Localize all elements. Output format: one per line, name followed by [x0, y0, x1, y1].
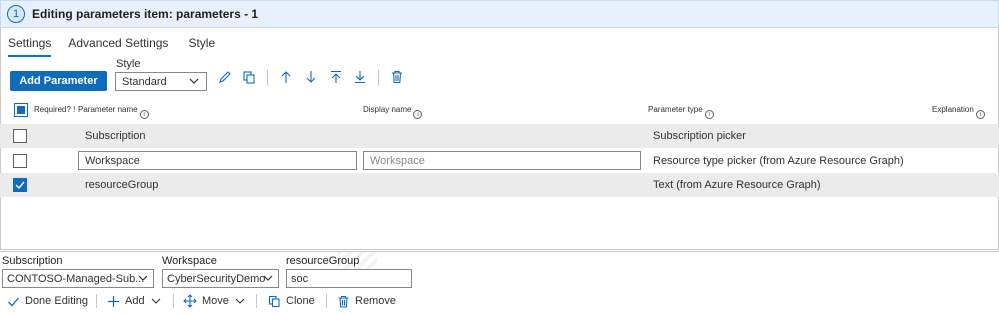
- info-icon[interactable]: i: [413, 110, 423, 119]
- subscription-label: Subscription: [2, 255, 63, 267]
- required-checkbox[interactable]: [13, 178, 27, 192]
- tab-bar: Settings Advanced Settings Style: [0, 32, 215, 57]
- command-divider: [256, 294, 257, 308]
- table-header: Required? ! Parameter name i Display name…: [0, 100, 999, 120]
- command-bar: Done Editing Add Move Clone Remove: [0, 290, 999, 312]
- add-label: Add: [125, 295, 145, 307]
- check-icon: [15, 181, 25, 190]
- editor-title: Editing parameters item: parameters - 1: [32, 7, 259, 21]
- required-checkbox[interactable]: [13, 154, 27, 168]
- tab-settings[interactable]: Settings: [8, 32, 52, 57]
- done-editing-label: Done Editing: [25, 295, 88, 307]
- resource-group-label: resourceGroup: [286, 255, 360, 267]
- done-editing-button[interactable]: Done Editing: [7, 290, 88, 312]
- command-divider: [173, 294, 174, 308]
- style-label: Style: [116, 58, 141, 70]
- info-icon[interactable]: i: [975, 110, 985, 119]
- step-badge: 1: [7, 5, 25, 23]
- chevron-down-icon: [137, 272, 149, 287]
- arrow-down-icon[interactable]: [302, 68, 320, 86]
- table-row[interactable]: Subscription Subscription picker: [0, 124, 999, 148]
- parameter-name-cell: Subscription: [85, 130, 146, 142]
- info-icon[interactable]: i: [704, 110, 714, 119]
- column-parameter-type: Parameter type i: [648, 105, 714, 119]
- parameter-name-cell: resourceGroup: [85, 179, 159, 191]
- chevron-down-icon: [262, 272, 274, 287]
- clone-button[interactable]: Clone: [268, 290, 315, 312]
- chevron-down-icon: [235, 298, 245, 304]
- column-parameter-name: Parameter name i: [78, 105, 149, 119]
- subscription-value: CONTOSO-Managed-Sub...: [7, 272, 145, 285]
- move-to-bottom-icon[interactable]: [351, 68, 369, 86]
- info-icon[interactable]: i: [139, 110, 149, 119]
- workspace-value: CyberSecurityDemo: [167, 272, 266, 285]
- add-parameter-button[interactable]: Add Parameter: [10, 71, 107, 91]
- move-menu-button[interactable]: Move: [183, 290, 251, 312]
- parameter-type-cell: Subscription picker: [653, 130, 746, 142]
- display-name-input[interactable]: Workspace: [363, 151, 641, 170]
- table-row[interactable]: resourceGroup Text (from Azure Resource …: [0, 173, 999, 197]
- editor-header: 1 Editing parameters item: parameters - …: [0, 0, 999, 28]
- add-menu-button[interactable]: Add: [107, 290, 167, 312]
- tab-advanced-settings[interactable]: Advanced Settings: [68, 32, 168, 54]
- checkmark-icon: [8, 297, 19, 306]
- command-divider: [96, 294, 97, 308]
- parameter-type-cell: Text (from Azure Resource Graph): [653, 179, 821, 191]
- chevron-down-icon: [151, 298, 160, 304]
- tab-style[interactable]: Style: [188, 32, 215, 54]
- move-label: Move: [202, 295, 229, 307]
- move-to-top-icon[interactable]: [327, 68, 345, 86]
- pencil-icon[interactable]: [216, 68, 234, 86]
- move-icon: [183, 294, 197, 308]
- clone-label: Clone: [286, 295, 315, 307]
- workspace-label: Workspace: [162, 255, 217, 267]
- command-divider: [326, 294, 327, 308]
- chevron-down-icon: [188, 75, 200, 90]
- parameters-preview: Subscription CONTOSO-Managed-Sub... Work…: [0, 251, 999, 314]
- remove-button[interactable]: Remove: [337, 290, 396, 312]
- clone-icon: [268, 295, 280, 307]
- style-dropdown-value: Standard: [122, 75, 167, 88]
- parameter-type-cell: Resource type picker (from Azure Resourc…: [653, 155, 904, 167]
- column-required: Required? !: [34, 105, 76, 114]
- workspace-dropdown[interactable]: CyberSecurityDemo: [162, 269, 279, 288]
- delete-icon[interactable]: [388, 68, 406, 86]
- column-explanation: Explanation i: [932, 105, 985, 119]
- table-row[interactable]: Workspace Workspace Resource type picker…: [0, 149, 999, 173]
- subscription-dropdown[interactable]: CONTOSO-Managed-Sub...: [2, 269, 154, 288]
- parameter-name-input[interactable]: Workspace: [78, 151, 357, 170]
- toolbar-divider: [267, 70, 268, 86]
- resource-group-input[interactable]: soc: [286, 269, 412, 288]
- remove-label: Remove: [355, 295, 396, 307]
- style-dropdown[interactable]: Standard: [115, 72, 207, 91]
- select-all-checkbox[interactable]: [14, 103, 28, 117]
- plus-icon: [108, 295, 119, 307]
- column-display-name: Display name i: [363, 105, 423, 119]
- arrow-up-icon[interactable]: [277, 68, 295, 86]
- trash-icon: [338, 295, 349, 308]
- copy-icon[interactable]: [240, 68, 258, 86]
- required-checkbox[interactable]: [13, 129, 27, 143]
- toolbar-divider: [378, 70, 379, 86]
